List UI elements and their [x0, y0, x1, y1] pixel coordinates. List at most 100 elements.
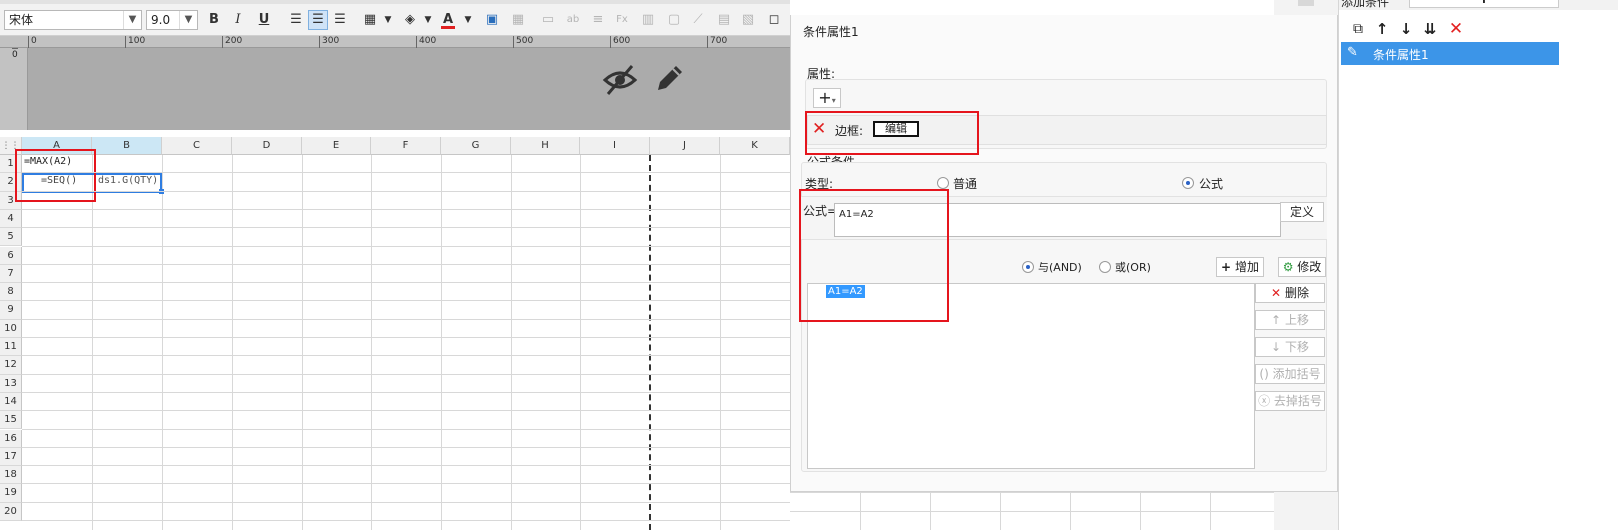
row-header[interactable]: 10 [0, 319, 22, 338]
align-right-icon[interactable]: ☰ [330, 10, 350, 30]
italic-button[interactable]: I [228, 10, 248, 30]
column-header[interactable]: J [650, 137, 720, 155]
modify-button[interactable]: ⚙ 修改 [1278, 257, 1326, 277]
add-condition-button[interactable]: + [1409, 0, 1559, 8]
grid-line [371, 155, 372, 530]
column-header[interactable]: K [720, 137, 790, 155]
font-size-value: 9.0 [151, 13, 171, 27]
delete-button-label: 删除 [1284, 286, 1309, 300]
add-condition-item-button[interactable]: + 增加 [1216, 257, 1264, 277]
grid-icon[interactable]: ▦ [508, 10, 528, 30]
cell-border-icon[interactable]: ◻ [764, 10, 784, 30]
row-header[interactable]: 12 [0, 356, 22, 375]
row-header[interactable]: 5 [0, 228, 22, 247]
add-bracket-button[interactable]: () 添加括号 [1255, 364, 1325, 384]
row-header[interactable]: 9 [0, 301, 22, 320]
remove-bracket-button[interactable]: ⓧ 去掉括号 [1255, 391, 1325, 411]
delete-button[interactable]: ✕ 删除 [1255, 283, 1325, 303]
row-header[interactable]: 13 [0, 374, 22, 393]
grid-line [22, 520, 790, 521]
plus-icon: + [1477, 0, 1490, 7]
row-header[interactable]: 18 [0, 466, 22, 485]
row-header[interactable]: 16 [0, 429, 22, 448]
logic-radio-and[interactable] [1022, 261, 1034, 273]
column-header[interactable]: G [441, 137, 511, 155]
column-header[interactable]: C [162, 137, 232, 155]
font-color-button[interactable]: A [438, 10, 458, 30]
row-header[interactable]: 7 [0, 264, 22, 284]
merge-icon[interactable]: ▭ [538, 10, 558, 30]
grid-line [441, 155, 442, 530]
delete-icon[interactable]: ✕ [1445, 18, 1467, 40]
column-header[interactable]: I [580, 137, 650, 155]
chevron-down-icon: ▼ [123, 11, 141, 29]
vertical-ruler: 0 [0, 48, 28, 130]
cell-icon[interactable]: ▣ [482, 10, 502, 30]
condition-list-item[interactable]: ✎ 条件属性1 [1341, 42, 1559, 65]
delete-x-icon: ✕ [1271, 286, 1282, 300]
image-icon[interactable]: ▢ [664, 10, 684, 30]
grid-line [22, 465, 790, 467]
move-down-button[interactable]: ↓ 下移 [1255, 337, 1325, 357]
move-up-icon[interactable]: ↑ [1371, 18, 1393, 40]
font-name-select[interactable]: 宋体 ▼ [4, 10, 142, 30]
copy-icon[interactable]: ⧉ [1347, 18, 1369, 40]
type-radio-normal[interactable] [937, 177, 949, 189]
ruler-tick: 600 [610, 36, 630, 48]
chevron-down-icon[interactable]: ▼ [458, 10, 478, 30]
row-header[interactable]: 8 [0, 283, 22, 302]
row-header[interactable]: 4 [0, 209, 22, 229]
chevron-down-icon[interactable]: ▼ [418, 10, 438, 30]
type-radio-normal-label: 普通 [953, 177, 978, 191]
column-header[interactable]: H [511, 137, 580, 155]
row-header[interactable]: 17 [0, 447, 22, 467]
arrow-up-icon: ↑ [1271, 313, 1282, 327]
row-header[interactable]: 11 [0, 338, 22, 357]
ruler-tick: 200 [222, 36, 242, 48]
sub-report-icon[interactable]: ▧ [738, 10, 758, 30]
align-center-icon[interactable]: ☰ [308, 10, 328, 30]
grid-line [580, 155, 581, 530]
move-up-button[interactable]: ↑ 上移 [1255, 310, 1325, 330]
row-header[interactable]: 19 [0, 484, 22, 503]
slash-icon[interactable]: ⟋ [688, 10, 708, 30]
row-header[interactable]: 6 [0, 246, 22, 265]
logic-radio-or[interactable] [1099, 261, 1111, 273]
text-icon[interactable]: ab [563, 10, 583, 30]
fill-color-icon[interactable]: ◈ [400, 10, 420, 30]
column-header[interactable]: D [232, 137, 302, 155]
add-bracket-button-label: 添加括号 [1272, 367, 1321, 381]
panel-header-label: 添加条件 [1341, 0, 1390, 9]
edit-pencil-icon[interactable] [652, 62, 686, 96]
grid-line [720, 155, 721, 530]
define-button[interactable]: 定义 [1280, 202, 1324, 222]
add-attribute-button[interactable]: +▾ [813, 88, 841, 108]
align-left-icon[interactable]: ☰ [286, 10, 306, 30]
page-icon[interactable]: ▤ [714, 10, 734, 30]
move-down-icon[interactable]: ↓ [1395, 18, 1417, 40]
column-header[interactable]: F [371, 137, 441, 155]
scroll-thumb[interactable] [1298, 0, 1314, 6]
type-radio-formula[interactable] [1182, 177, 1194, 189]
chevron-down-icon[interactable]: ▼ [378, 10, 398, 30]
font-size-select[interactable]: 9.0 ▼ [146, 10, 198, 30]
move-bottom-icon[interactable]: ⇊ [1419, 18, 1441, 40]
hide-eye-icon[interactable] [602, 62, 638, 98]
font-color-bar [441, 26, 455, 29]
list-icon[interactable]: ≡ [588, 10, 608, 30]
underline-button[interactable]: U [254, 10, 274, 30]
row-header[interactable]: 20 [0, 502, 22, 521]
grid-line [22, 446, 790, 448]
grid-line [22, 208, 790, 210]
ruler-tick: 700 [707, 36, 727, 48]
border-icon[interactable]: ▦ [360, 10, 380, 30]
chart-icon[interactable]: ▥ [638, 10, 658, 30]
column-header[interactable]: B [92, 137, 162, 155]
bold-button[interactable]: B [204, 10, 224, 30]
column-header[interactable]: E [302, 137, 371, 155]
grid-line [92, 155, 93, 530]
row-header[interactable]: 14 [0, 392, 22, 412]
row-header[interactable]: 15 [0, 411, 22, 430]
condition-list-panel: 添加条件 + ⧉ ↑ ↓ ⇊ ✕ ✎ 条件属性1 [1338, 0, 1618, 530]
formula-icon[interactable]: Fx [612, 10, 632, 30]
